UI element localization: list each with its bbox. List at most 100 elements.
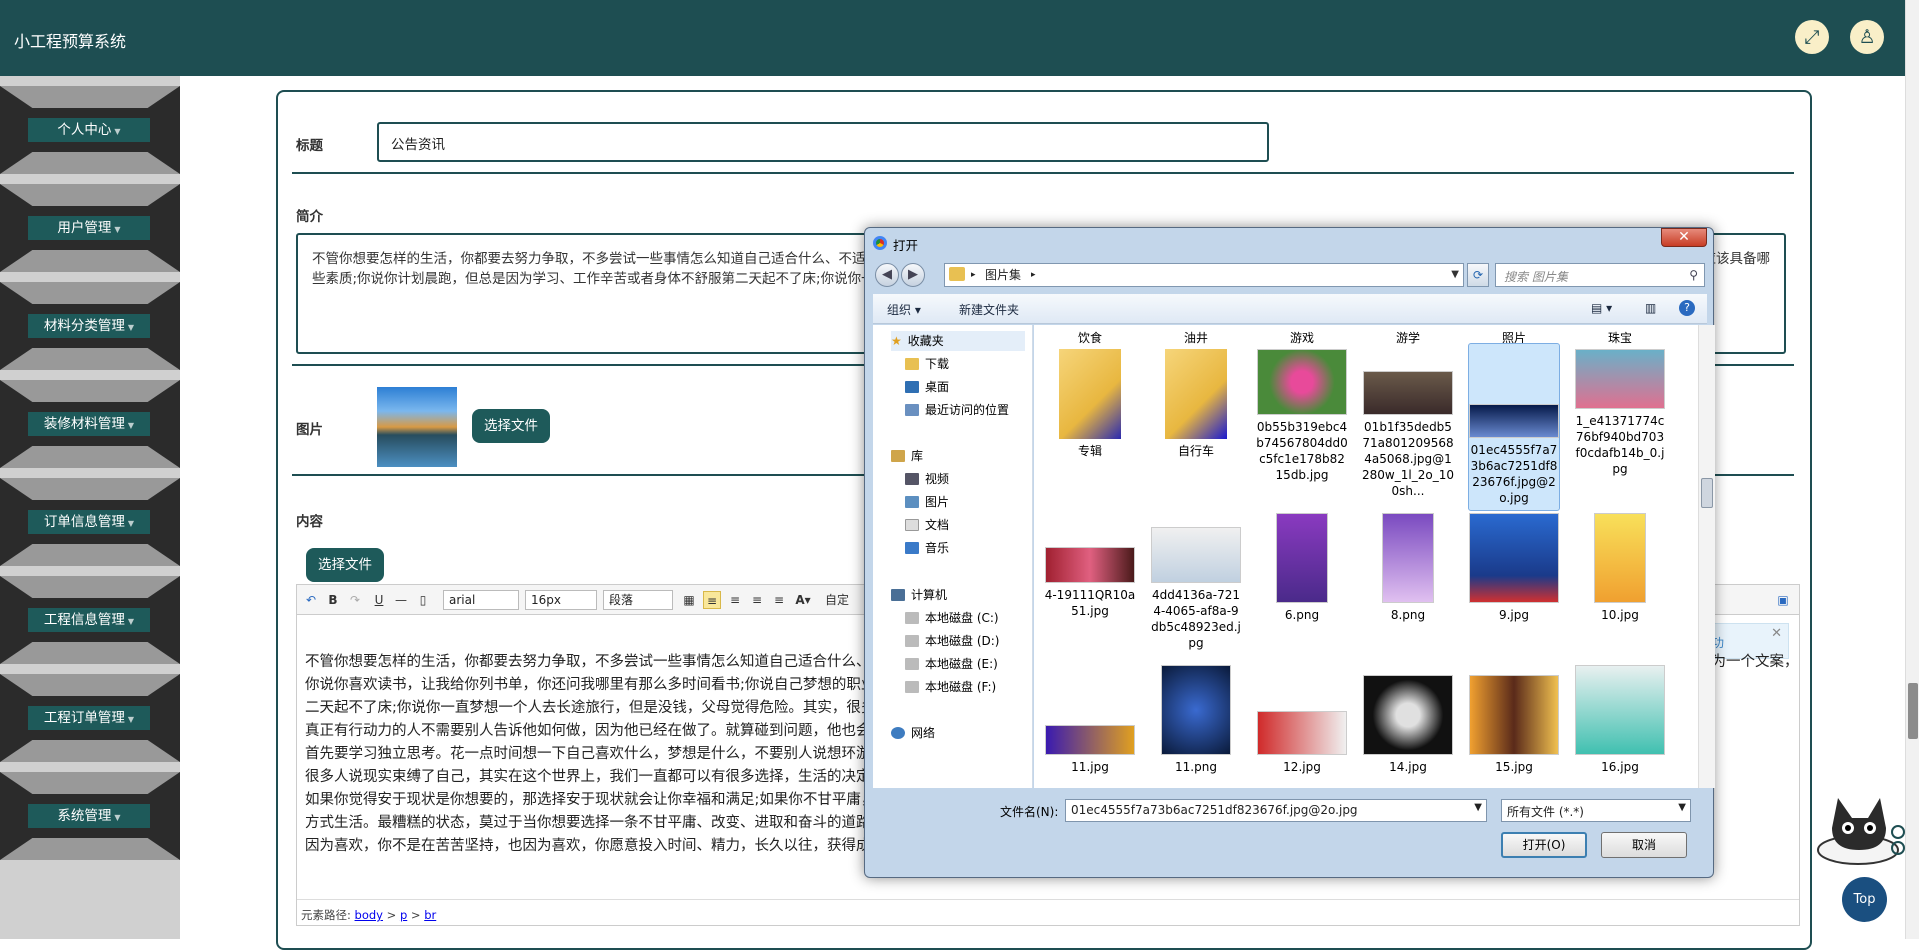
nav-downloads[interactable]: 下载 (905, 354, 949, 374)
align-center-icon[interactable]: ≡ (749, 591, 765, 609)
back-to-top-button[interactable]: Top (1842, 877, 1887, 922)
file-tile[interactable]: 9.jpg (1468, 513, 1560, 623)
sidebar-item-material-category[interactable]: 材料分类管理 ▼ (0, 282, 180, 370)
chevron-down-icon[interactable]: ▼ (1474, 802, 1482, 813)
folder-label[interactable]: 饮食 (1050, 329, 1130, 346)
nav-music[interactable]: 音乐 (905, 538, 949, 558)
nav-desktop[interactable]: 桌面 (905, 377, 949, 397)
fullscreen-icon[interactable]: ⤢ (1795, 20, 1829, 54)
nav-drive-d[interactable]: 本地磁盘 (D:) (905, 631, 999, 651)
folder-label[interactable]: 游戏 (1262, 329, 1342, 346)
nav-network[interactable]: 网络 (891, 723, 935, 743)
folder-label[interactable]: 珠宝 (1580, 329, 1660, 346)
paragraph-select[interactable]: 段落 (603, 590, 673, 610)
breadcrumb-arrow-icon[interactable]: ▸ (1031, 264, 1036, 286)
address-path[interactable]: 图片集 (985, 264, 1021, 286)
scrollbar-thumb[interactable] (1701, 478, 1713, 508)
file-tile[interactable]: 11.png (1150, 665, 1242, 775)
file-tile-selected[interactable]: 01ec4555f7a73b6ac7251df823676f.jpg@2o.jp… (1468, 343, 1560, 511)
file-type-select[interactable]: 所有文件 (*.*) ▼ (1501, 799, 1691, 822)
nav-computer[interactable]: 计算机 (891, 585, 947, 605)
file-tile[interactable]: 6.png (1256, 513, 1348, 623)
sidebar-item-system[interactable]: 系统管理 ▼ (0, 772, 180, 860)
file-tile[interactable]: 12.jpg (1256, 665, 1348, 775)
sidebar-item-project-info[interactable]: 工程信息管理 ▼ (0, 576, 180, 664)
close-icon[interactable]: ✕ (1771, 626, 1782, 641)
nav-drive-f[interactable]: 本地磁盘 (F:) (905, 677, 996, 697)
open-button[interactable]: 打开(O) (1501, 832, 1587, 858)
path-body-link[interactable]: body (355, 908, 383, 922)
file-tile[interactable]: 14.jpg (1362, 665, 1454, 775)
folder-label[interactable]: 油井 (1156, 329, 1236, 346)
nav-drive-c[interactable]: 本地磁盘 (C:) (905, 608, 999, 628)
custom-style-select[interactable]: 自定 (819, 591, 855, 609)
file-tile[interactable]: 4dd4136a-7214-4065-af8a-9db5c48923ed.jpg (1150, 513, 1242, 651)
path-separator: > (410, 908, 421, 922)
chevron-down-icon[interactable]: ▼ (1451, 264, 1459, 286)
file-tile[interactable]: 01b1f35dedb571a8012095684a5068.jpg@1280w… (1362, 349, 1454, 499)
sidebar-item-decoration-material[interactable]: 装修材料管理 ▼ (0, 380, 180, 468)
organize-button[interactable]: 组织 ▾ (887, 301, 921, 318)
font-family-select[interactable]: arial (443, 590, 519, 610)
path-p-link[interactable]: p (400, 908, 407, 922)
file-tile[interactable]: 4-19111QR10a51.jpg (1044, 513, 1136, 619)
align-justify-icon[interactable]: ≡ (771, 591, 787, 609)
file-tile[interactable]: 1_e41371774c76bf940bd703f0cdafb14b_0.jpg (1574, 349, 1666, 477)
sidebar-item-order-info[interactable]: 订单信息管理 ▼ (0, 478, 180, 566)
table-icon[interactable]: ▦ (681, 591, 697, 609)
page-scrollbar-thumb[interactable] (1908, 683, 1918, 739)
underline-icon[interactable]: U (371, 591, 387, 609)
new-folder-button[interactable]: 新建文件夹 (959, 301, 1019, 318)
help-icon[interactable]: ? (1679, 300, 1695, 316)
filename-input[interactable]: 01ec4555f7a73b6ac7251df823676f.jpg@2o.jp… (1065, 799, 1487, 822)
sidebar-item-project-order[interactable]: 工程订单管理 ▼ (0, 674, 180, 762)
font-color-icon[interactable]: A▾ (793, 591, 813, 609)
user-icon[interactable]: ♙ (1850, 20, 1884, 54)
redo-icon[interactable]: ↷ (347, 591, 363, 609)
chevron-down-icon[interactable]: ▼ (1678, 802, 1686, 813)
nav-drive-e[interactable]: 本地磁盘 (E:) (905, 654, 998, 674)
view-options-icon[interactable]: ▤ ▾ (1591, 301, 1612, 315)
align-left-icon[interactable]: ≡ (703, 591, 721, 609)
title-input[interactable]: 公告资讯 (377, 122, 1269, 162)
forward-icon[interactable]: ▶ (901, 263, 925, 287)
search-input[interactable]: 搜索 图片集 ⚲ (1495, 263, 1705, 287)
font-size-select[interactable]: 16px (525, 590, 597, 610)
dialog-close-button[interactable]: ✕ (1661, 228, 1707, 247)
file-tile[interactable]: 8.png (1362, 513, 1454, 623)
nav-library[interactable]: 库 (891, 446, 923, 466)
fullscreen-editor-icon[interactable]: ▣ (1775, 591, 1791, 609)
file-tile[interactable]: 0b55b319ebc4b74567804dd0c5fc1e178b8215db… (1256, 349, 1348, 483)
folder-label[interactable]: 游学 (1368, 329, 1448, 346)
file-tile[interactable]: 11.jpg (1044, 665, 1136, 775)
page-scrollbar[interactable] (1905, 0, 1919, 939)
file-tile[interactable]: 16.jpg (1574, 665, 1666, 775)
preview-pane-icon[interactable]: ▥ (1645, 301, 1656, 315)
sidebar-item-user-management[interactable]: 用户管理 ▼ (0, 184, 180, 272)
refresh-icon[interactable]: ⟳ (1467, 263, 1489, 287)
nav-videos[interactable]: 视频 (905, 469, 949, 489)
nav-recent[interactable]: 最近访问的位置 (905, 400, 1009, 420)
nav-pictures[interactable]: 图片 (905, 492, 949, 512)
breadcrumb-arrow-icon[interactable]: ▸ (971, 264, 976, 286)
file-tile[interactable]: 专辑 (1044, 349, 1136, 459)
choose-content-file-button[interactable]: 选择文件 (306, 548, 384, 582)
bold-icon[interactable]: B (325, 591, 341, 609)
nav-documents[interactable]: 文档 (905, 515, 949, 535)
document-icon[interactable]: ▯ (415, 591, 431, 609)
file-tile[interactable]: 自行车 (1150, 349, 1242, 459)
choose-image-button[interactable]: 选择文件 (472, 409, 550, 443)
file-list-scrollbar[interactable] (1698, 325, 1715, 788)
back-icon[interactable]: ◀ (875, 263, 899, 287)
horizontal-rule-icon[interactable]: — (393, 591, 409, 609)
file-tile[interactable]: 10.jpg (1574, 513, 1666, 623)
cancel-button[interactable]: 取消 (1601, 832, 1687, 858)
file-tile[interactable]: 15.jpg (1468, 665, 1560, 775)
undo-icon[interactable]: ↶ (303, 591, 319, 609)
sidebar-item-personal-center[interactable]: 个人中心 ▼ (0, 86, 180, 174)
address-bar[interactable]: ▸ 图片集 ▸ ▼ (944, 263, 1464, 287)
align-right-icon[interactable]: ≡ (727, 591, 743, 609)
nav-favorites[interactable]: ★ 收藏夹 (891, 331, 1025, 351)
search-icon[interactable]: ⚲ (1689, 268, 1698, 282)
path-br-link[interactable]: br (424, 908, 436, 922)
